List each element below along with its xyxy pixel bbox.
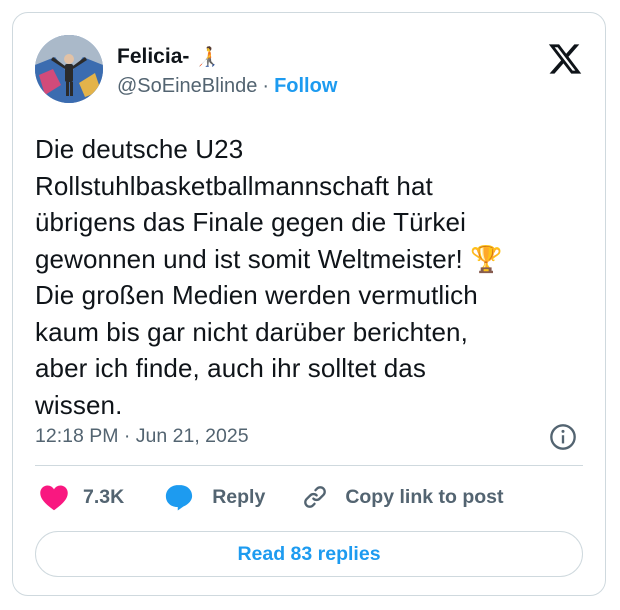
reply-button[interactable]: Reply xyxy=(164,483,265,511)
avatar-image xyxy=(35,35,103,103)
read-replies-label: Read 83 replies xyxy=(237,542,381,565)
speech-bubble-icon xyxy=(166,485,193,511)
author-handle-row: @SoEineBlinde · Follow xyxy=(117,75,337,98)
avatar[interactable] xyxy=(35,35,103,103)
action-bar: 7.3K Reply Copy link to post xyxy=(39,483,503,511)
follow-button[interactable]: Follow xyxy=(274,75,337,98)
copy-link-button[interactable]: Copy link to post xyxy=(301,483,503,511)
person-with-cane-emoji: 🧑‍🦯 xyxy=(195,47,220,68)
info-icon[interactable] xyxy=(549,423,577,451)
divider xyxy=(35,465,583,466)
author-handle[interactable]: @SoEineBlinde xyxy=(117,75,257,98)
tweet-timestamp[interactable]: 12:18 PM · Jun 21, 2025 xyxy=(35,425,249,448)
link-icon xyxy=(304,486,327,508)
like-button[interactable]: 7.3K xyxy=(39,483,124,511)
tweet-text: Die deutsche U23 Rollstuhlbasketballmann… xyxy=(35,134,503,420)
author-name-row[interactable]: Felicia- 🧑‍🦯 xyxy=(117,45,219,69)
read-replies-button[interactable]: Read 83 replies xyxy=(35,531,583,577)
x-logo-icon[interactable] xyxy=(547,41,583,77)
heart-icon xyxy=(40,485,68,511)
author-display-name[interactable]: Felicia- xyxy=(117,45,189,69)
reply-label: Reply xyxy=(212,485,266,508)
separator-dot: · xyxy=(262,75,270,97)
copy-link-label: Copy link to post xyxy=(345,485,504,508)
tweet-card: Felicia- 🧑‍🦯 @SoEineBlinde · Follow Die … xyxy=(12,12,606,596)
like-count: 7.3K xyxy=(83,485,125,508)
